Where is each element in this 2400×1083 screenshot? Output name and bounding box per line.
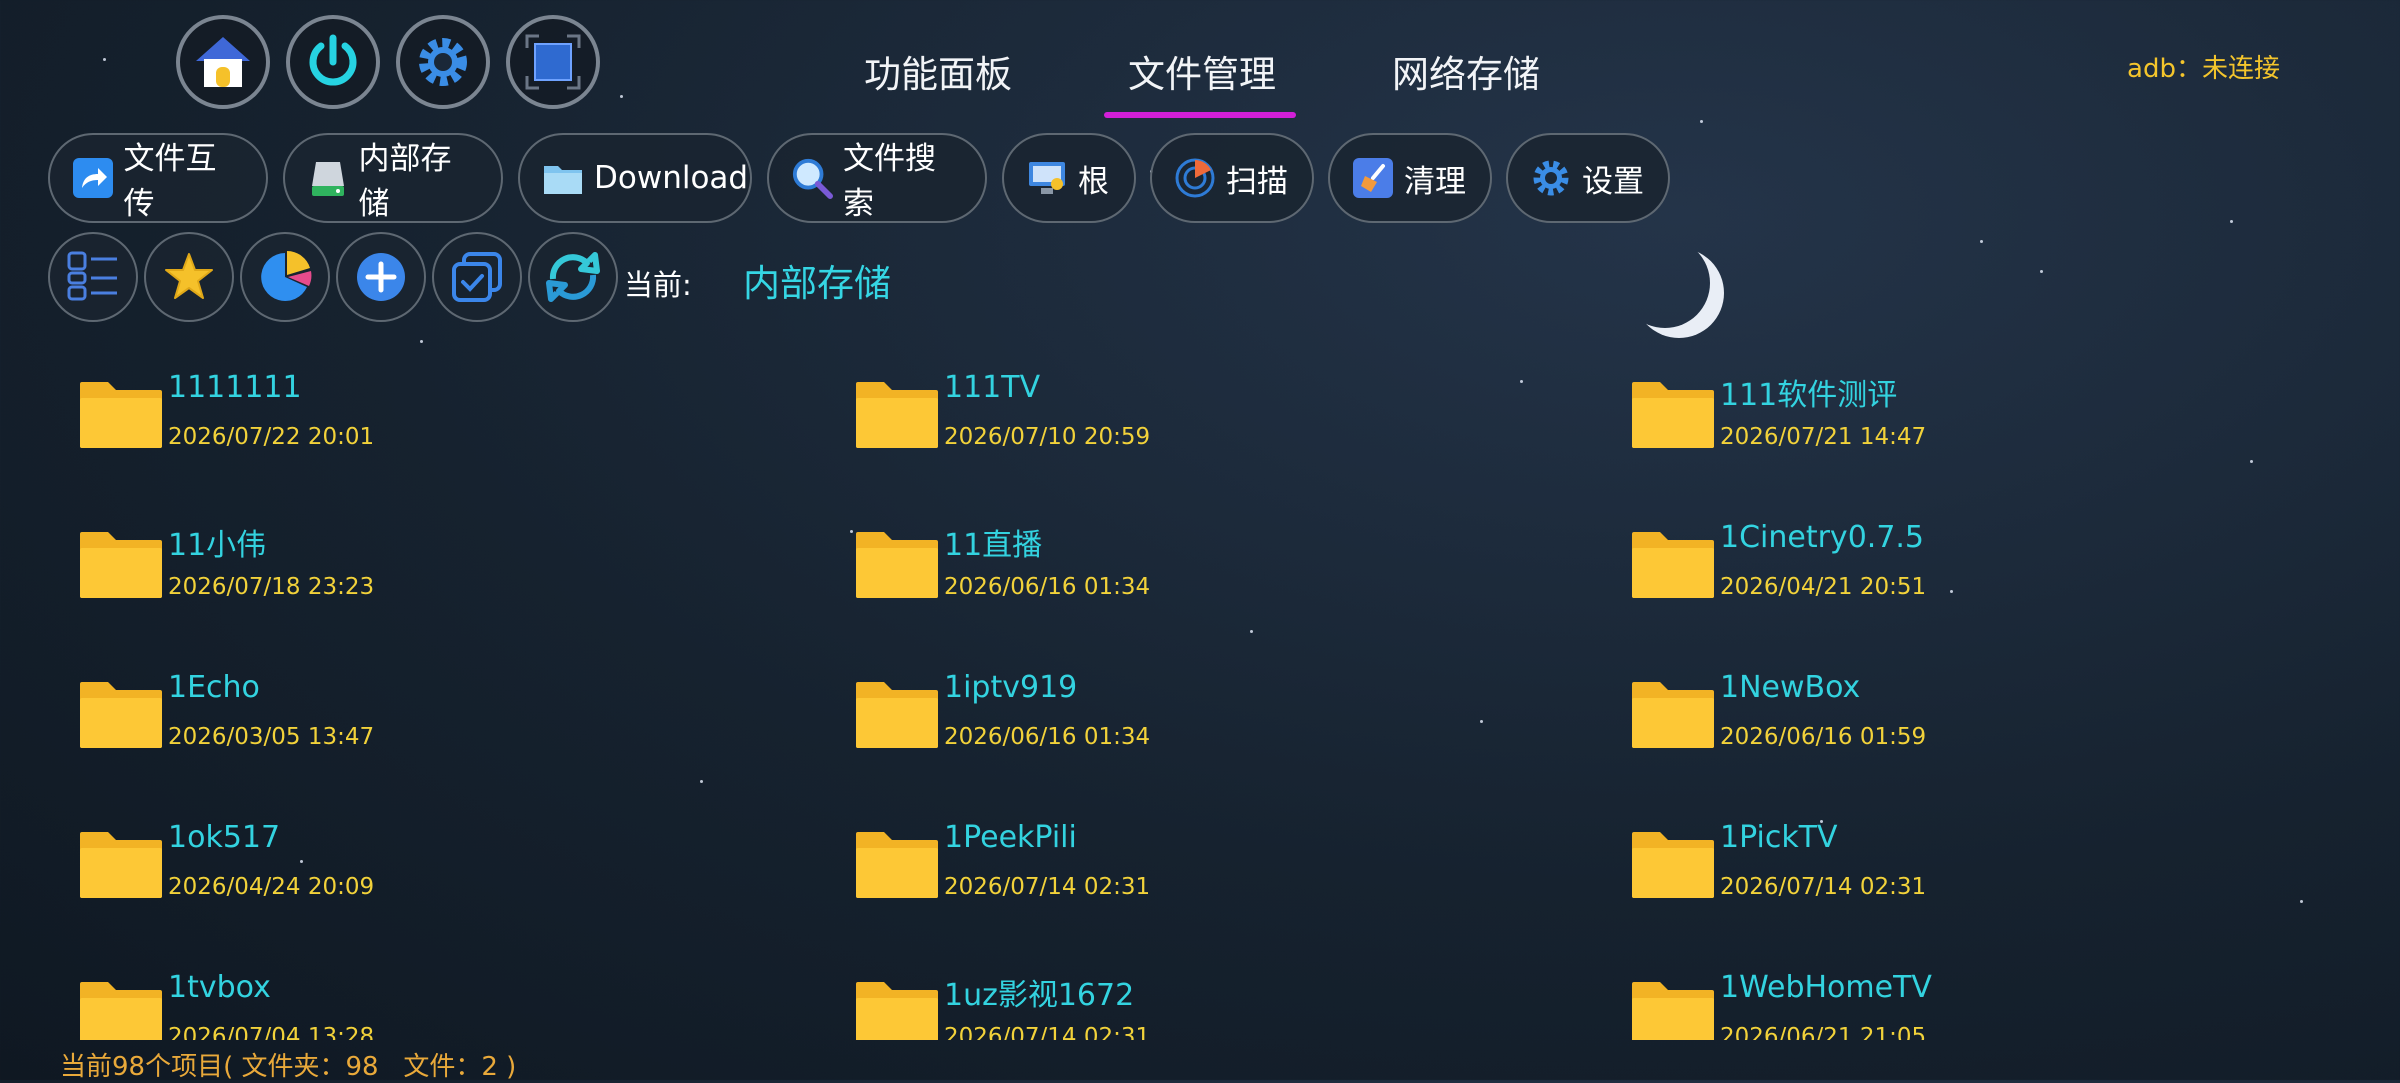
file-date: 2026/07/10 20:59 (944, 424, 1151, 450)
folder-icon (856, 382, 938, 448)
file-name: 1NewBox (1720, 670, 1861, 705)
folder-icon (80, 532, 162, 598)
list-item[interactable]: 1uz影视1672 2026/07/14 02:31 (854, 960, 1554, 1040)
folder-icon (80, 982, 162, 1040)
file-name: 1iptv919 (944, 670, 1078, 705)
folder-icon (856, 832, 938, 898)
folder-icon (856, 532, 938, 598)
folder-icon (1632, 832, 1714, 898)
file-name: 1PickTV (1720, 820, 1838, 855)
list-item[interactable]: 11直播 2026/06/16 01:34 (854, 510, 1554, 630)
file-grid: 1111111 2026/07/22 20:01 111TV 2026/07/1… (0, 0, 2400, 1040)
file-name: 111TV (944, 370, 1041, 405)
list-item[interactable]: 1Cinetry0.7.5 2026/04/21 20:51 (1630, 510, 2330, 630)
list-item[interactable]: 111软件测评 2026/07/21 14:47 (1630, 360, 2330, 480)
file-date: 2026/07/14 02:31 (1720, 874, 1927, 900)
list-item[interactable]: 11小伟 2026/07/18 23:23 (78, 510, 778, 630)
list-item[interactable]: 1Echo 2026/03/05 13:47 (78, 660, 778, 780)
list-item[interactable]: 1ok517 2026/04/24 20:09 (78, 810, 778, 930)
folder-icon (80, 682, 162, 748)
file-name: 1111111 (168, 370, 302, 405)
file-date: 2026/07/04 13:28 (168, 1024, 375, 1040)
file-name: 1Cinetry0.7.5 (1720, 520, 1925, 555)
file-name: 1Echo (168, 670, 260, 705)
list-item[interactable]: 1iptv919 2026/06/16 01:34 (854, 660, 1554, 780)
folder-icon (856, 982, 938, 1040)
list-item[interactable]: 111TV 2026/07/10 20:59 (854, 360, 1554, 480)
list-item[interactable]: 1NewBox 2026/06/16 01:59 (1630, 660, 2330, 780)
folder-icon (80, 832, 162, 898)
file-date: 2026/04/21 20:51 (1720, 574, 1927, 600)
file-name: 1uz影视1672 (944, 978, 1135, 1013)
file-name: 11直播 (944, 528, 1043, 563)
list-item[interactable]: 1111111 2026/07/22 20:01 (78, 360, 778, 480)
file-date: 2026/07/14 02:31 (944, 874, 1151, 900)
file-date: 2026/04/24 20:09 (168, 874, 375, 900)
file-date: 2026/06/16 01:34 (944, 574, 1151, 600)
file-name: 1WebHomeTV (1720, 970, 1932, 1005)
file-date: 2026/07/21 14:47 (1720, 424, 1927, 450)
file-date: 2026/06/21 21:05 (1720, 1024, 1927, 1040)
file-date: 2026/03/05 13:47 (168, 724, 375, 750)
file-name: 1ok517 (168, 820, 281, 855)
list-item[interactable]: 1PickTV 2026/07/14 02:31 (1630, 810, 2330, 930)
file-name: 1tvbox (168, 970, 271, 1005)
folder-icon (1632, 982, 1714, 1040)
folder-icon (1632, 382, 1714, 448)
list-item[interactable]: 1PeekPili 2026/07/14 02:31 (854, 810, 1554, 930)
file-name: 1PeekPili (944, 820, 1077, 855)
file-date: 2026/07/22 20:01 (168, 424, 375, 450)
file-date: 2026/06/16 01:34 (944, 724, 1151, 750)
file-name: 11小伟 (168, 528, 267, 563)
item-count-status: 当前98个项目( 文件夹：98 文件：2 ) (60, 1052, 517, 1082)
folder-icon (1632, 682, 1714, 748)
file-date: 2026/07/18 23:23 (168, 574, 375, 600)
file-date: 2026/07/14 02:31 (944, 1024, 1151, 1040)
folder-icon (80, 382, 162, 448)
list-item[interactable]: 1tvbox 2026/07/04 13:28 (78, 960, 778, 1040)
list-item[interactable]: 1WebHomeTV 2026/06/21 21:05 (1630, 960, 2330, 1040)
folder-icon (856, 682, 938, 748)
file-name: 111软件测评 (1720, 378, 1898, 413)
file-date: 2026/06/16 01:59 (1720, 724, 1927, 750)
folder-icon (1632, 532, 1714, 598)
